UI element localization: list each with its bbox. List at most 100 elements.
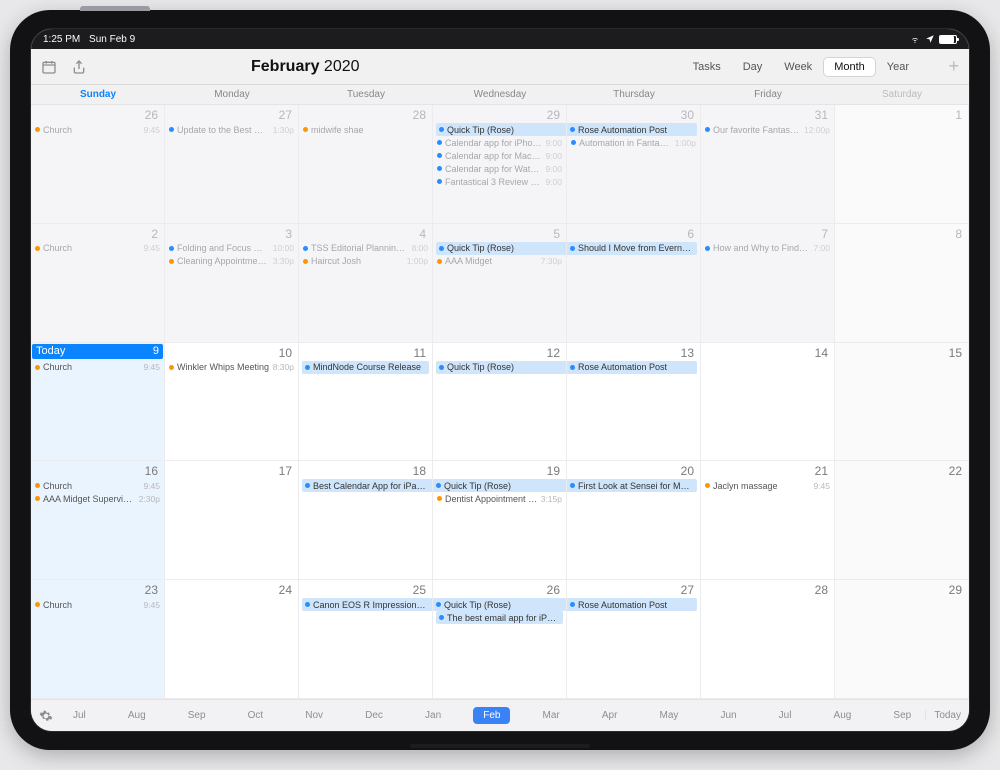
- view-tasks[interactable]: Tasks: [683, 58, 731, 76]
- month-scrubber[interactable]: Jul Aug Sep Oct Nov Dec Jan Feb Mar Apr May Jun Jul A…: [59, 707, 925, 724]
- day-cell[interactable]: 8: [835, 224, 969, 343]
- day-cell[interactable]: 4TSS Editorial Planning Call8:00Haircut …: [299, 224, 433, 343]
- event-item[interactable]: Quick Tip (Rose): [436, 242, 566, 255]
- event-item[interactable]: The best email app for iPhone (Mi: [436, 611, 563, 624]
- event-item[interactable]: Calendar app for Mac updat9:00: [436, 149, 563, 162]
- event-item[interactable]: Rose Automation Post: [567, 361, 697, 374]
- event-item[interactable]: Best Calendar App for iPad (Josh): [302, 479, 432, 492]
- view-day[interactable]: Day: [733, 58, 773, 76]
- day-cell[interactable]: 17: [165, 461, 299, 580]
- day-cell[interactable]: 2Church9:45: [31, 224, 165, 343]
- event-item[interactable]: Church9:45: [34, 123, 161, 136]
- event-item[interactable]: Calendar app for Watch Upd9:00: [436, 162, 563, 175]
- month-mar-8[interactable]: Mar: [533, 707, 570, 724]
- day-cell[interactable]: 3Folding and Focus Mode (10:00Cleaning A…: [165, 224, 299, 343]
- event-item[interactable]: Canon EOS R Impressions (Josh): [302, 598, 432, 611]
- month-apr-9[interactable]: Apr: [592, 707, 628, 724]
- day-cell[interactable]: 24: [165, 580, 299, 699]
- calendar-list-icon[interactable]: [41, 59, 57, 75]
- event-item[interactable]: Our favorite Fantastical 312:00p: [704, 123, 831, 136]
- day-cell[interactable]: 5Quick Tip (Rose)AAA Midget7:30p: [433, 224, 567, 343]
- day-cell[interactable]: 30Rose Automation PostAutomation in Fant…: [567, 105, 701, 224]
- day-cell[interactable]: 16Church9:45AAA Midget Supervision?2:30p: [31, 461, 165, 580]
- day-cell[interactable]: 6Should I Move from Evernote to N: [567, 224, 701, 343]
- day-cell[interactable]: 31Our favorite Fantastical 312:00p: [701, 105, 835, 224]
- day-cell[interactable]: 26Quick Tip (Rose)The best email app for…: [433, 580, 567, 699]
- day-cell[interactable]: 26Church9:45: [31, 105, 165, 224]
- day-cell[interactable]: 21Jaclyn massage9:45: [701, 461, 835, 580]
- event-item[interactable]: Haircut Josh1:00p: [302, 255, 429, 268]
- event-item[interactable]: Winkler Whips Meeting8:30p: [168, 361, 295, 374]
- event-item[interactable]: Quick Tip (Rose): [436, 361, 566, 374]
- event-item[interactable]: Should I Move from Evernote to N: [567, 242, 697, 255]
- event-item[interactable]: AAA Midget Supervision?2:30p: [34, 492, 161, 505]
- event-item[interactable]: Fantastical 3 Review (Rose)9:00: [436, 175, 563, 188]
- day-cell[interactable]: 11MindNode Course Release: [299, 343, 433, 462]
- month-sep-2[interactable]: Sep: [178, 707, 216, 724]
- event-item[interactable]: Automation in Fantastical 31:00p: [570, 136, 697, 149]
- event-item[interactable]: Folding and Focus Mode (10:00: [168, 242, 295, 255]
- day-cell[interactable]: 27Update to the Best Mind M1:30p: [165, 105, 299, 224]
- view-week[interactable]: Week: [774, 58, 822, 76]
- month-jun-11[interactable]: Jun: [710, 707, 746, 724]
- day-cell[interactable]: 14: [701, 343, 835, 462]
- day-cell[interactable]: 7How and Why to Find the Ti7:00: [701, 224, 835, 343]
- event-item[interactable]: Church9:45: [34, 479, 161, 492]
- month-jan-6[interactable]: Jan: [415, 707, 451, 724]
- event-item[interactable]: First Look at Sensei for Mac (Mari: [567, 479, 697, 492]
- month-may-10[interactable]: May: [649, 707, 688, 724]
- day-cell[interactable]: 22: [835, 461, 969, 580]
- day-cell[interactable]: 29: [835, 580, 969, 699]
- month-feb-7[interactable]: Feb: [473, 707, 510, 724]
- event-item[interactable]: MindNode Course Release: [302, 361, 429, 374]
- event-item[interactable]: Quick Tip (Rose): [433, 598, 566, 611]
- month-year-title[interactable]: February 2020: [161, 58, 681, 76]
- day-cell[interactable]: 19Quick Tip (Rose)Dentist Appointment Jo…: [433, 461, 567, 580]
- event-item[interactable]: Calendar app for iPhone Up9:00: [436, 136, 563, 149]
- day-cell[interactable]: 20First Look at Sensei for Mac (Mari: [567, 461, 701, 580]
- event-item[interactable]: Church9:45: [34, 242, 161, 255]
- day-cell[interactable]: 12Quick Tip (Rose): [433, 343, 567, 462]
- event-item[interactable]: Quick Tip (Rose): [436, 123, 566, 136]
- event-item[interactable]: How and Why to Find the Ti7:00: [704, 242, 831, 255]
- month-oct-3[interactable]: Oct: [238, 707, 274, 724]
- day-cell[interactable]: 23Church9:45: [31, 580, 165, 699]
- day-cell[interactable]: Today9Church9:45: [31, 343, 165, 462]
- event-item[interactable]: TSS Editorial Planning Call8:00: [302, 242, 429, 255]
- event-item[interactable]: Quick Tip (Rose): [433, 479, 566, 492]
- day-cell[interactable]: 29Quick Tip (Rose)Calendar app for iPhon…: [433, 105, 567, 224]
- month-jul-0[interactable]: Jul: [63, 707, 96, 724]
- month-grid[interactable]: 26Church9:4527Update to the Best Mind M1…: [31, 105, 969, 699]
- day-cell[interactable]: 1: [835, 105, 969, 224]
- day-cell[interactable]: 28midwife shae: [299, 105, 433, 224]
- event-item[interactable]: Rose Automation Post: [567, 598, 697, 611]
- share-icon[interactable]: [71, 59, 87, 75]
- event-item[interactable]: midwife shae: [302, 123, 429, 136]
- month-aug-13[interactable]: Aug: [824, 707, 862, 724]
- day-cell[interactable]: 28: [701, 580, 835, 699]
- day-cell[interactable]: 15: [835, 343, 969, 462]
- event-item[interactable]: Rose Automation Post: [567, 123, 697, 136]
- add-event-button[interactable]: +: [948, 56, 959, 77]
- month-sep-14[interactable]: Sep: [883, 707, 921, 724]
- day-cell[interactable]: 10Winkler Whips Meeting8:30p: [165, 343, 299, 462]
- view-month[interactable]: Month: [824, 58, 875, 76]
- view-year[interactable]: Year: [877, 58, 919, 76]
- event-item[interactable]: Update to the Best Mind M1:30p: [168, 123, 295, 136]
- month-aug-1[interactable]: Aug: [118, 707, 156, 724]
- view-segmented-control[interactable]: TasksDayWeekMonthYear: [681, 58, 919, 76]
- event-item[interactable]: Church9:45: [34, 361, 161, 374]
- today-button[interactable]: Today: [925, 710, 961, 721]
- day-cell[interactable]: 27Rose Automation Post: [567, 580, 701, 699]
- day-cell[interactable]: 18Best Calendar App for iPad (Josh): [299, 461, 433, 580]
- gear-icon[interactable]: [39, 709, 53, 723]
- day-cell[interactable]: 25Canon EOS R Impressions (Josh): [299, 580, 433, 699]
- event-item[interactable]: AAA Midget7:30p: [436, 255, 563, 268]
- month-dec-5[interactable]: Dec: [355, 707, 393, 724]
- event-item[interactable]: Cleaning Appointment (Jos3:30p: [168, 255, 295, 268]
- month-jul-12[interactable]: Jul: [769, 707, 802, 724]
- month-nov-4[interactable]: Nov: [295, 707, 333, 724]
- event-item[interactable]: Jaclyn massage9:45: [704, 479, 831, 492]
- event-item[interactable]: Church9:45: [34, 598, 161, 611]
- day-cell[interactable]: 13Rose Automation Post: [567, 343, 701, 462]
